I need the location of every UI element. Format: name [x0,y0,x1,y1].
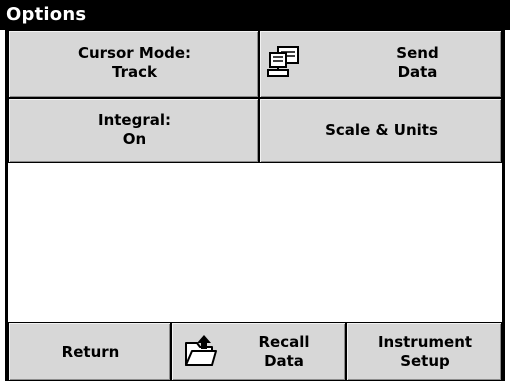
return-label: Return [9,343,172,362]
scale-units-label: Scale & Units [260,121,503,140]
computer-icon [267,46,299,77]
scale-units-label-text: Scale & Units [325,121,438,139]
return-label-text: Return [61,343,120,361]
integral-button[interactable]: Integral: On [8,98,259,163]
integral-label-line1: Integral: [97,111,171,129]
recall-data-button[interactable]: Recall Data [171,322,346,381]
cursor-mode-value: Track [112,63,157,81]
integral-label: Integral: On [9,111,260,149]
return-button[interactable]: Return [8,322,171,381]
instrument-setup-label: Instrument Setup [347,333,503,371]
scale-units-button[interactable]: Scale & Units [259,98,502,163]
send-data-label-line1: Send [396,44,439,62]
folder-upload-icon [185,335,217,366]
cursor-mode-label: Cursor Mode: Track [9,44,260,82]
recall-data-label-line1: Recall [258,333,310,351]
options-screen: Options Cursor Mode: Track Send Data Int… [0,0,510,385]
send-data-label: Send Data [350,44,485,82]
instrument-setup-label-line2: Setup [400,352,450,370]
instrument-setup-label-line1: Instrument [377,333,473,351]
send-data-button[interactable]: Send Data [259,30,502,98]
recall-data-label-line2: Data [264,352,304,370]
cursor-mode-label-line1: Cursor Mode: [77,44,192,62]
send-data-label-line2: Data [397,63,438,81]
integral-value: On [122,130,147,148]
recall-data-label: Recall Data [234,333,334,371]
cursor-mode-button[interactable]: Cursor Mode: Track [8,30,259,98]
title-bar: Options [0,0,510,30]
window-title: Options [6,4,87,25]
instrument-setup-button[interactable]: Instrument Setup [346,322,502,381]
